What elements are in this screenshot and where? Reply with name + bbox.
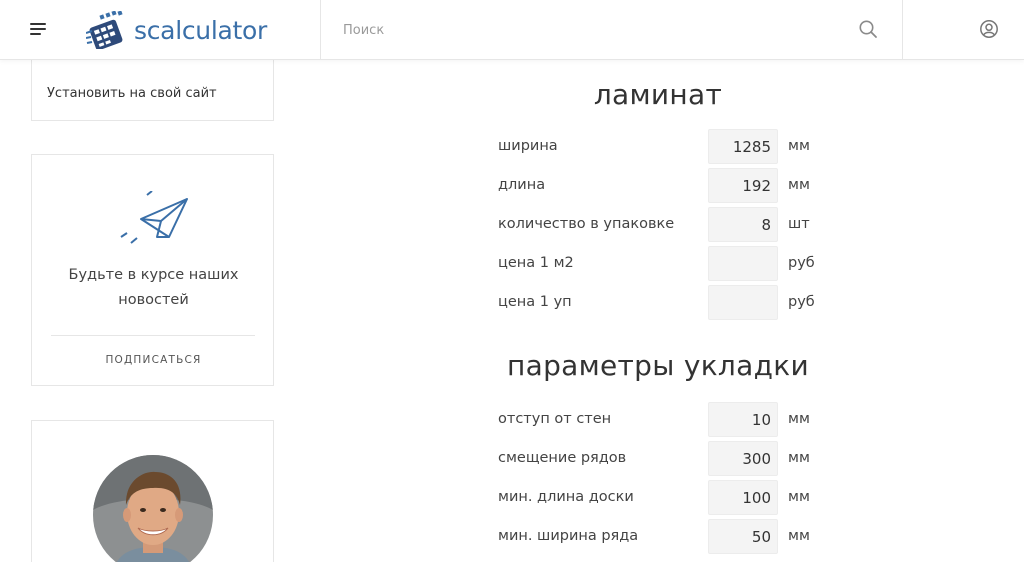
price-per-pack-unit: руб [788,294,815,310]
length-input[interactable] [708,168,778,203]
newsletter-line-1: Будьте в курсе наших [68,267,239,283]
pack-quantity-label: количество в упаковке [498,216,675,232]
wall-gap-unit: мм [788,411,810,427]
min-board-length-label: мин. длина доски [498,489,634,505]
top-header: scalculator [0,0,1024,60]
price-per-pack-label: цена 1 уп [498,294,572,310]
length-label: длина [498,177,546,193]
row-offset-input[interactable] [708,441,778,476]
newsletter-card: Будьте в курсе наших новостей ПОДПИСАТЬС… [31,154,274,386]
row-offset-unit: мм [788,450,810,466]
width-unit: мм [788,138,810,154]
paper-plane-icon [120,191,188,244]
install-on-site-link[interactable]: Установить на свой сайт [47,86,217,101]
wall-gap-label: отступ от стен [498,411,612,427]
min-row-width-unit: мм [788,528,810,544]
row-offset-label: смещение рядов [498,450,627,466]
avatar [93,455,213,562]
user-icon[interactable] [979,19,999,39]
author-card [31,420,274,562]
width-input[interactable] [708,129,778,164]
subscribe-button[interactable]: ПОДПИСАТЬСЯ [32,354,275,366]
hamburger-menu-icon[interactable] [28,20,48,40]
logo-calculator-icon [86,11,123,49]
laminate-section-title: ламинат [593,78,723,111]
price-per-m2-label: цена 1 м2 [498,255,574,271]
min-board-length-unit: мм [788,489,810,505]
layout-params-section-title: параметры укладки [507,349,809,382]
search-icon[interactable] [858,19,878,39]
price-per-m2-unit: руб [788,255,815,271]
site-logo[interactable]: scalculator [86,10,267,50]
newsletter-line-2: новостей [118,292,189,308]
newsletter-text: Будьте в курсе наших новостей [32,263,275,313]
pack-quantity-unit: шт [788,216,810,232]
search-input[interactable] [343,18,823,42]
header-divider [902,0,903,60]
min-board-length-input[interactable] [708,480,778,515]
width-label: ширина [498,138,558,154]
min-row-width-label: мин. ширина ряда [498,528,639,544]
price-per-m2-input[interactable] [708,246,778,281]
pack-quantity-input[interactable] [708,207,778,242]
min-row-width-input[interactable] [708,519,778,554]
wall-gap-input[interactable] [708,402,778,437]
install-card: Установить на свой сайт [31,60,274,121]
price-per-pack-input[interactable] [708,285,778,320]
logo-text: scalculator [134,15,267,45]
newsletter-divider [51,335,255,336]
length-unit: мм [788,177,810,193]
header-divider [320,0,321,60]
